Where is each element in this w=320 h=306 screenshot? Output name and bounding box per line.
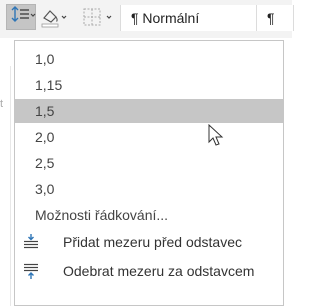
spacing-option-label: 1,5 bbox=[35, 103, 55, 119]
spacing-option-label: 1,15 bbox=[35, 77, 63, 93]
spacing-option-label: 2,0 bbox=[35, 129, 55, 145]
chevron-down-icon bbox=[30, 13, 36, 17]
ribbon-toolbar: ¶ Normální ¶ bbox=[0, 0, 294, 38]
line-spacing-button[interactable] bbox=[6, 4, 36, 30]
add-space-before-label: Přidat mezeru před odstavec bbox=[63, 234, 242, 250]
add-space-before-item[interactable]: Přidat mezeru před odstavec bbox=[15, 230, 283, 254]
spacing-option-label: 2,5 bbox=[35, 155, 55, 171]
remove-space-after-item[interactable]: Odebrat mezeru za odstavcem bbox=[15, 259, 283, 283]
spacing-option-3-0[interactable]: 3,0 bbox=[15, 177, 283, 201]
line-spacing-options-item[interactable]: Možnosti řádkování... bbox=[15, 203, 283, 227]
spacing-option-1-0[interactable]: 1,0 bbox=[15, 47, 283, 71]
spacing-option-2-5[interactable]: 2,5 bbox=[15, 151, 283, 175]
spacing-option-label: 3,0 bbox=[35, 181, 55, 197]
spacing-option-1-5[interactable]: 1,5 bbox=[15, 99, 283, 123]
borders-icon bbox=[83, 8, 112, 26]
shading-bucket-icon bbox=[41, 10, 67, 28]
add-space-before-icon bbox=[24, 234, 38, 249]
document-margin-line bbox=[10, 66, 11, 306]
line-spacing-options-label: Možnosti řádkování... bbox=[35, 207, 169, 223]
mouse-cursor-icon bbox=[208, 124, 224, 146]
remove-space-after-label: Odebrat mezeru za odstavcem bbox=[63, 263, 255, 279]
chevron-down-icon bbox=[106, 15, 112, 19]
spacing-option-2-0[interactable]: 2,0 bbox=[15, 125, 283, 149]
document-text-fragment: t bbox=[0, 98, 4, 110]
spacing-option-1-15[interactable]: 1,15 bbox=[15, 73, 283, 97]
style-normal[interactable]: ¶ Normální bbox=[121, 5, 257, 31]
borders-button[interactable] bbox=[80, 6, 118, 28]
spacing-option-label: 1,0 bbox=[35, 51, 55, 67]
style-next[interactable]: ¶ bbox=[257, 5, 293, 31]
line-spacing-icon bbox=[11, 6, 36, 22]
shading-button[interactable] bbox=[40, 6, 74, 28]
chevron-down-icon bbox=[61, 15, 67, 19]
line-spacing-dropdown: 1,0 1,15 1,5 2,0 2,5 3,0 Možnosti řádkov… bbox=[14, 40, 284, 306]
remove-space-after-icon bbox=[24, 263, 38, 279]
styles-gallery: ¶ Normální ¶ bbox=[120, 5, 294, 31]
